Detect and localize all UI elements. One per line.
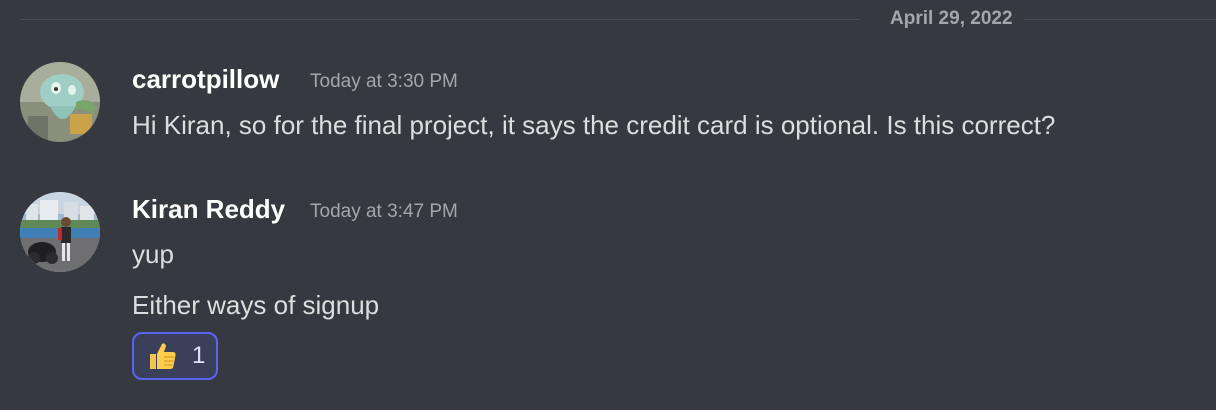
message-text: Either ways of signup (132, 290, 380, 320)
chat-message-list: April 29, 2022 carrotpillow Today at 3:3… (0, 0, 1216, 410)
message-author[interactable]: Kiran Reddy (132, 194, 285, 224)
message-timestamp: Today at 3:47 PM (310, 201, 458, 222)
avatar[interactable] (20, 192, 100, 272)
divider-line (1024, 19, 1216, 20)
thumbs-up-icon (150, 343, 176, 369)
squid-character-avatar-icon (20, 62, 100, 142)
reaction-count: 1 (192, 342, 206, 369)
date-divider-label: April 29, 2022 (890, 8, 1013, 29)
message-text: Hi Kiran, so for the final project, it s… (132, 110, 1056, 140)
message-timestamp: Today at 3:30 PM (310, 71, 458, 92)
message-text: yup (132, 239, 174, 269)
divider-line (20, 19, 860, 20)
date-divider: April 29, 2022 (20, 8, 1216, 29)
avatar[interactable] (20, 62, 100, 142)
message-author[interactable]: carrotpillow (132, 64, 279, 94)
reaction-button[interactable]: 1 (132, 332, 218, 380)
person-with-motorcycle-avatar-icon (20, 192, 100, 272)
